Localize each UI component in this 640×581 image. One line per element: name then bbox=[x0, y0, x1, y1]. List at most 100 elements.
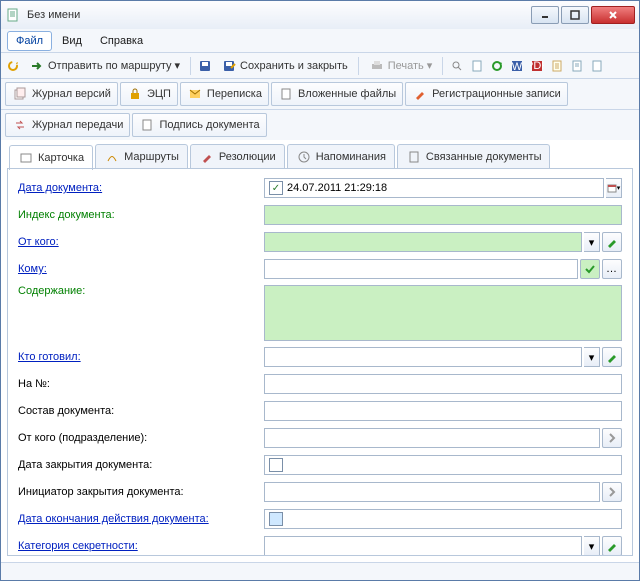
tab-reminders[interactable]: Напоминания bbox=[287, 144, 395, 169]
from-dept-go-button[interactable] bbox=[602, 428, 622, 448]
lock-icon bbox=[127, 86, 143, 102]
doc-signature-button[interactable]: Подпись документа bbox=[132, 113, 266, 137]
close-button[interactable] bbox=[591, 6, 635, 24]
page3-icon[interactable] bbox=[589, 58, 605, 74]
action-buttons-row-2: Журнал передачи Подпись документа bbox=[1, 110, 639, 140]
label-doc-date[interactable]: Дата документа: bbox=[18, 182, 264, 194]
maximize-button[interactable] bbox=[561, 6, 589, 24]
prepared-dropdown[interactable]: ▾ bbox=[584, 347, 600, 367]
label-composition: Состав документа: bbox=[18, 405, 264, 417]
find-icon[interactable] bbox=[449, 58, 465, 74]
forward-icon bbox=[29, 58, 45, 74]
signature-button[interactable]: ЭЦП bbox=[120, 82, 178, 106]
print-icon bbox=[369, 58, 385, 74]
secrecy-edit-button[interactable] bbox=[602, 536, 622, 556]
on-no-input[interactable] bbox=[264, 374, 622, 394]
word-icon[interactable]: W bbox=[509, 58, 525, 74]
label-close-init: Инициатор закрытия документа: bbox=[18, 486, 264, 498]
expiry-checkbox[interactable] bbox=[269, 512, 283, 526]
tab-related[interactable]: Связанные документы bbox=[397, 144, 551, 169]
close-init-input[interactable] bbox=[264, 482, 600, 502]
label-secrecy[interactable]: Категория секретности: bbox=[18, 540, 264, 552]
send-route-button[interactable]: Отправить по маршруту ▾ bbox=[25, 56, 184, 76]
label-expiry[interactable]: Дата окончания действия документа: bbox=[18, 513, 264, 525]
svg-text:PDF: PDF bbox=[530, 60, 544, 72]
composition-input[interactable] bbox=[264, 401, 622, 421]
to-browse-button[interactable]: … bbox=[602, 259, 622, 279]
versions-button[interactable]: Журнал версий bbox=[5, 82, 118, 106]
label-to[interactable]: Кому: bbox=[18, 263, 264, 275]
save-icon[interactable] bbox=[197, 58, 213, 74]
menu-help[interactable]: Справка bbox=[92, 32, 151, 50]
content-input[interactable] bbox=[264, 285, 622, 341]
expiry-input[interactable] bbox=[264, 509, 622, 529]
attachments-button[interactable]: Вложенные файлы bbox=[271, 82, 403, 106]
secrecy-dropdown[interactable]: ▾ bbox=[584, 536, 600, 556]
mail-button[interactable]: Переписка bbox=[180, 82, 269, 106]
label-content: Содержание: bbox=[18, 285, 264, 297]
from-input[interactable] bbox=[264, 232, 582, 252]
window-title: Без имени bbox=[27, 9, 531, 21]
doc-icon bbox=[406, 149, 422, 165]
chevron-down-icon: ▾ bbox=[427, 59, 433, 72]
pencil-icon bbox=[412, 86, 428, 102]
label-from[interactable]: От кого: bbox=[18, 236, 264, 248]
pen-icon bbox=[199, 149, 215, 165]
from-dept-input[interactable] bbox=[264, 428, 600, 448]
minimize-button[interactable] bbox=[531, 6, 559, 24]
label-close-date: Дата закрытия документа: bbox=[18, 459, 264, 471]
route-icon bbox=[104, 149, 120, 165]
save-close-icon bbox=[221, 58, 237, 74]
secrecy-input[interactable] bbox=[264, 536, 582, 556]
label-from-dept: От кого (подразделение): bbox=[18, 432, 264, 444]
refresh-green-icon[interactable] bbox=[489, 58, 505, 74]
versions-icon bbox=[12, 86, 28, 102]
doc-list-icon[interactable] bbox=[549, 58, 565, 74]
card-icon bbox=[18, 150, 34, 166]
mail-icon bbox=[187, 86, 203, 102]
document-icon bbox=[5, 7, 21, 23]
from-edit-button[interactable] bbox=[602, 232, 622, 252]
form-area: Дата документа: 24.07.2011 21:29:18 ▾ Ин… bbox=[7, 169, 633, 556]
label-prepared[interactable]: Кто готовил: bbox=[18, 351, 264, 363]
doc-date-input[interactable]: 24.07.2011 21:29:18 bbox=[264, 178, 604, 198]
registration-button[interactable]: Регистрационные записи bbox=[405, 82, 568, 106]
prepared-edit-button[interactable] bbox=[602, 347, 622, 367]
doc-date-checkbox[interactable] bbox=[269, 181, 283, 195]
tab-routes[interactable]: Маршруты bbox=[95, 144, 188, 169]
titlebar: Без имени bbox=[1, 1, 639, 29]
doc-index-input[interactable] bbox=[264, 205, 622, 225]
menu-view[interactable]: Вид bbox=[54, 32, 90, 50]
prepared-input[interactable] bbox=[264, 347, 582, 367]
tab-resolutions[interactable]: Резолюции bbox=[190, 144, 285, 169]
from-dropdown[interactable]: ▾ bbox=[584, 232, 600, 252]
transfer-icon bbox=[12, 117, 28, 133]
svg-text:W: W bbox=[512, 61, 523, 73]
to-check-button[interactable] bbox=[580, 259, 600, 279]
page-icon[interactable] bbox=[469, 58, 485, 74]
close-date-checkbox[interactable] bbox=[269, 458, 283, 472]
label-on-no: На №: bbox=[18, 378, 264, 390]
tab-card[interactable]: Карточка bbox=[9, 145, 93, 170]
to-input[interactable] bbox=[264, 259, 578, 279]
calendar-dropdown[interactable]: ▾ bbox=[606, 178, 622, 198]
tabs: Карточка Маршруты Резолюции Напоминания … bbox=[1, 140, 639, 169]
toolbar: Отправить по маршруту ▾ Сохранить и закр… bbox=[1, 53, 639, 79]
reload-icon[interactable] bbox=[5, 58, 21, 74]
statusbar bbox=[1, 562, 639, 580]
action-buttons-row-1: Журнал версий ЭЦП Переписка Вложенные фа… bbox=[1, 79, 639, 110]
save-close-button[interactable]: Сохранить и закрыть bbox=[217, 56, 352, 76]
menu-file[interactable]: Файл bbox=[7, 31, 52, 51]
label-doc-index: Индекс документа: bbox=[18, 209, 264, 221]
clock-icon bbox=[296, 149, 312, 165]
close-date-input[interactable] bbox=[264, 455, 622, 475]
transfer-log-button[interactable]: Журнал передачи bbox=[5, 113, 130, 137]
print-button[interactable]: Печать ▾ bbox=[365, 56, 437, 76]
attach-icon bbox=[278, 86, 294, 102]
docsig-icon bbox=[139, 117, 155, 133]
page2-icon[interactable] bbox=[569, 58, 585, 74]
close-init-go-button[interactable] bbox=[602, 482, 622, 502]
menubar: Файл Вид Справка bbox=[1, 29, 639, 53]
chevron-down-icon: ▾ bbox=[175, 59, 181, 72]
pdf-icon[interactable]: PDF bbox=[529, 58, 545, 74]
